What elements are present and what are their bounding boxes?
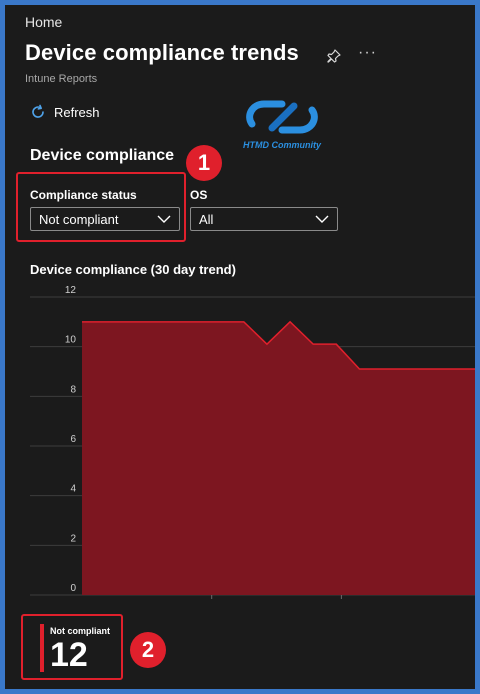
compliance-status-dropdown[interactable]: Not compliant xyxy=(30,207,180,231)
y-tick-label-10: 10 xyxy=(65,335,77,346)
annotation-badge-2: 2 xyxy=(130,632,166,668)
y-tick-label-0: 0 xyxy=(70,583,76,594)
os-value: All xyxy=(199,211,214,227)
watermark-text: HTMD Community xyxy=(243,140,321,150)
y-tick-label-8: 8 xyxy=(70,384,76,395)
refresh-button[interactable]: Refresh xyxy=(30,104,100,120)
page-title: Device compliance trends xyxy=(25,40,299,65)
y-tick-label-4: 4 xyxy=(70,484,76,495)
chevron-down-icon xyxy=(315,215,329,223)
refresh-label: Refresh xyxy=(54,104,100,120)
compliance-status-value: Not compliant xyxy=(39,211,119,227)
page-subtitle: Intune Reports xyxy=(25,73,98,85)
chart-title: Device compliance (30 day trend) xyxy=(30,262,236,277)
os-dropdown[interactable]: All xyxy=(190,207,338,231)
os-label: OS xyxy=(190,188,208,202)
chevron-down-icon xyxy=(157,215,171,223)
breadcrumb-home[interactable]: Home xyxy=(25,14,62,30)
summary-card-accent-bar xyxy=(40,624,44,672)
summary-card-label: Not compliant xyxy=(50,626,110,636)
more-options-icon[interactable]: ··· xyxy=(358,44,377,62)
y-tick-label-2: 2 xyxy=(70,533,76,544)
annotation-badge-1: 1 xyxy=(186,145,222,181)
htmd-logo: HTMD Community xyxy=(242,94,322,152)
refresh-icon xyxy=(32,104,44,118)
compliance-status-label: Compliance status xyxy=(30,188,137,202)
y-tick-label-6: 6 xyxy=(70,434,76,445)
section-title: Device compliance xyxy=(30,147,175,164)
area-fill xyxy=(82,321,475,595)
compliance-trend-chart: 0 2 4 6 8 10 12 xyxy=(30,285,475,599)
pin-icon[interactable] xyxy=(326,48,342,64)
y-tick-label-12: 12 xyxy=(65,285,77,296)
summary-card-value: 12 xyxy=(50,636,88,674)
